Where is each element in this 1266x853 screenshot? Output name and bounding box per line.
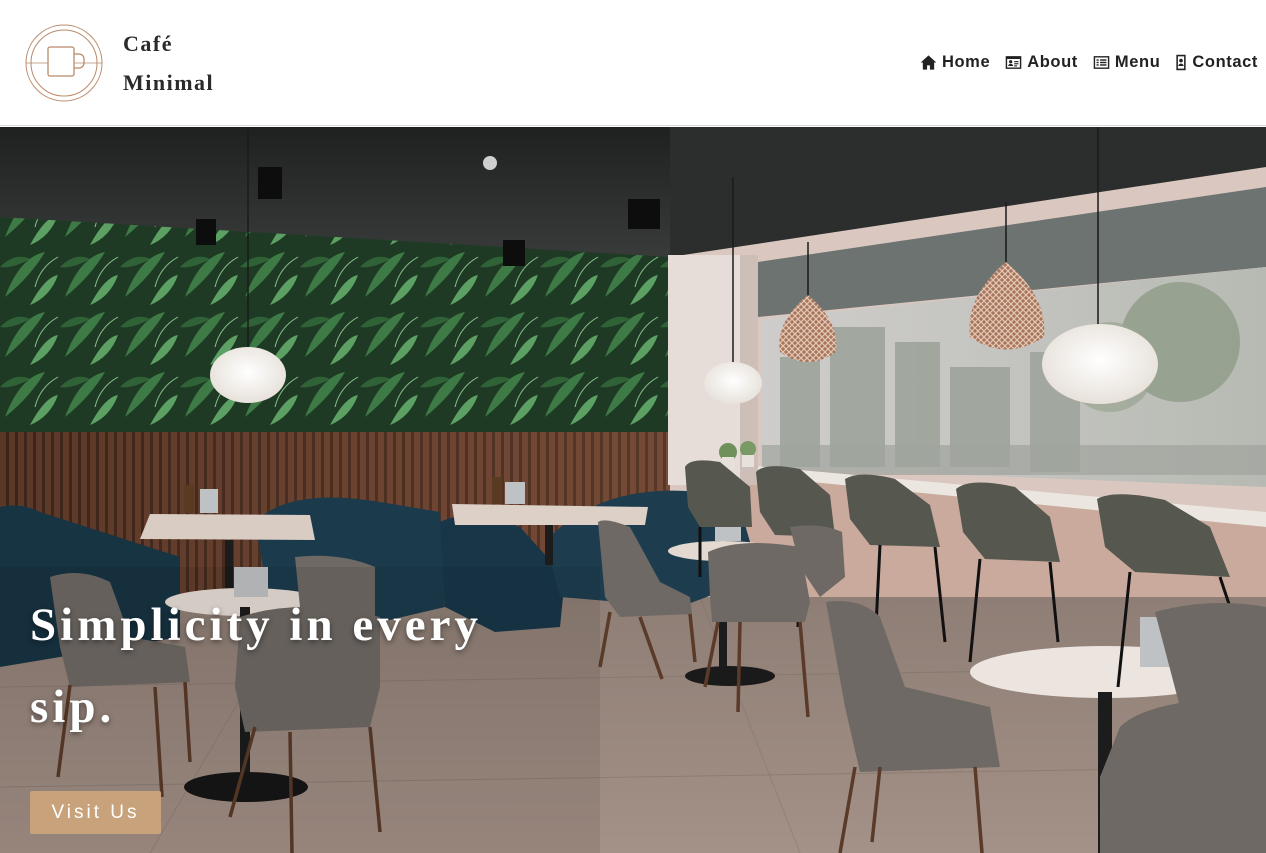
brand-name-line2: Minimal	[123, 69, 215, 95]
hero-section: Simplicity in every sip. Visit Us	[0, 127, 1266, 853]
brand-name: Café Minimal	[123, 24, 214, 102]
coffee-cup-icon	[25, 24, 103, 101]
list-icon	[1093, 56, 1110, 69]
nav-contact[interactable]: Contact	[1175, 53, 1258, 72]
hero-headline: Simplicity in every sip.	[30, 599, 482, 733]
nav-menu[interactable]: Menu	[1093, 53, 1160, 72]
nav-home-label: Home	[941, 53, 991, 71]
nav-about-label: About	[1027, 53, 1078, 71]
nav-menu-label: Menu	[1114, 53, 1161, 71]
visit-us-button[interactable]: Visit Us	[30, 791, 161, 834]
home-icon	[920, 55, 937, 70]
nav-about[interactable]: About	[1005, 53, 1078, 72]
brand[interactable]: Café Minimal	[25, 24, 214, 102]
contact-book-icon	[1176, 54, 1187, 71]
id-card-icon	[1005, 56, 1022, 69]
main-nav: Home About Menu Contact	[905, 53, 1258, 72]
nav-home[interactable]: Home	[920, 53, 990, 72]
brand-name-line1: Café	[123, 30, 173, 56]
nav-contact-label: Contact	[1192, 53, 1258, 71]
site-header: Café Minimal Home About Menu Contact	[0, 0, 1266, 126]
